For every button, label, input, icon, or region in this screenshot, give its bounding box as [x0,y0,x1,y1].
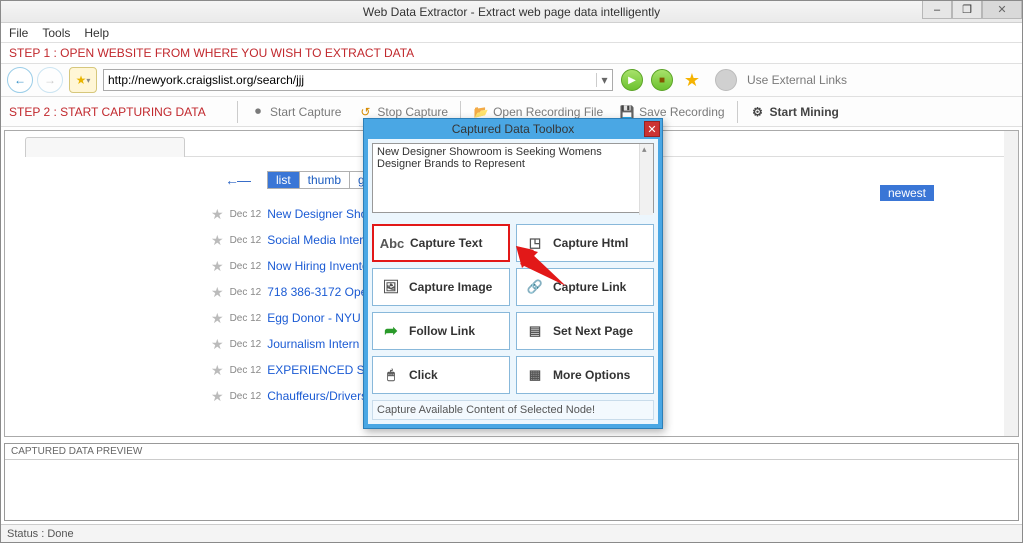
captured-preview-header: CAPTURED DATA PREVIEW [5,444,1018,460]
window-maximize-button[interactable]: ❐ [952,1,982,19]
capture-html-button[interactable]: ◳Capture Html [516,224,654,262]
window-controls: – ❐ ✕ [922,1,1022,19]
separator [737,101,738,123]
row-date: Dec 12 [230,365,262,376]
menu-tools[interactable]: Tools [42,26,70,40]
nav-back-button[interactable]: ← [7,67,33,93]
step2-label: STEP 2 : START CAPTURING DATA [9,105,229,119]
go-button[interactable]: ▶ [621,69,643,91]
nav-forward-button[interactable]: → [37,67,63,93]
start-capture-button[interactable]: ⏺Start Capture [246,102,345,122]
toolbox-text-scrollbar[interactable] [639,144,653,215]
menu-bar: File Tools Help [1,23,1022,43]
follow-link-button[interactable]: ➦Follow Link [372,312,510,350]
capture-image-button[interactable]: 🖼Capture Image [372,268,510,306]
toolbox-body: AbcCapture Text ◳Capture Html 🖼Capture I… [368,139,658,424]
capture-link-button[interactable]: 🔗Capture Link [516,268,654,306]
bookmark-button[interactable]: ★ [681,69,703,91]
row-date: Dec 12 [230,209,262,220]
toolbox-close-button[interactable]: ✕ [644,121,660,137]
start-mining-button[interactable]: ⚙Start Mining [746,102,843,122]
links-icon [715,69,737,91]
star-icon[interactable]: ★ [211,336,224,353]
use-external-links[interactable]: Use External Links [747,73,847,87]
window-close-button[interactable]: ✕ [982,1,1022,19]
menu-help[interactable]: Help [84,26,109,40]
toolbox-button-grid: AbcCapture Text ◳Capture Html 🖼Capture I… [372,224,654,394]
follow-icon: ➦ [381,321,401,341]
row-date: Dec 12 [230,287,262,298]
star-icon[interactable]: ★ [211,258,224,275]
record-icon: ⏺ [250,104,266,120]
stop-button[interactable]: ■ [651,69,673,91]
star-icon[interactable]: ★ [211,284,224,301]
link-icon: 🔗 [525,277,545,297]
status-bar: Status : Done [1,524,1022,542]
url-field-wrap: ▾ [103,69,613,91]
html-icon: ◳ [525,233,545,253]
row-date: Dec 12 [230,235,262,246]
captured-data-toolbox: Captured Data Toolbox ✕ AbcCapture Text … [363,118,663,429]
more-options-button[interactable]: ▦More Options [516,356,654,394]
title-bar: Web Data Extractor - Extract web page da… [1,1,1022,23]
separator [237,101,238,123]
page-icon: ▤ [525,321,545,341]
toolbox-titlebar[interactable]: Captured Data Toolbox ✕ [364,119,662,139]
row-date: Dec 12 [230,339,262,350]
row-date: Dec 12 [230,391,262,402]
row-date: Dec 12 [230,313,262,324]
click-button[interactable]: 🖱Click [372,356,510,394]
window-minimize-button[interactable]: – [922,1,952,19]
toolbox-text-wrap [372,143,654,216]
sort-newest[interactable]: newest [880,185,934,201]
captured-data-preview: CAPTURED DATA PREVIEW [4,443,1019,521]
mining-icon: ⚙ [750,104,766,120]
capture-text-button[interactable]: AbcCapture Text [372,224,510,262]
star-icon[interactable]: ★ [211,206,224,223]
more-icon: ▦ [525,365,545,385]
set-next-page-button[interactable]: ▤Set Next Page [516,312,654,350]
back-arrow-icon[interactable]: ←— [225,172,249,188]
nav-toolbar: ← → ★▾ ▾ ▶ ■ ★ Use External Links [1,63,1022,97]
toolbox-title: Captured Data Toolbox [452,122,575,136]
view-thumb[interactable]: thumb [300,171,350,189]
star-icon[interactable]: ★ [211,362,224,379]
star-icon[interactable]: ★ [211,388,224,405]
window-title: Web Data Extractor - Extract web page da… [363,5,660,19]
browser-tab[interactable] [25,137,185,157]
image-icon: 🖼 [381,277,401,297]
toolbox-status: Capture Available Content of Selected No… [372,400,654,420]
click-icon: 🖱 [381,365,401,385]
row-date: Dec 12 [230,261,262,272]
status-text: Status : Done [7,528,74,540]
star-icon[interactable]: ★ [211,232,224,249]
star-icon[interactable]: ★ [211,310,224,327]
url-input[interactable] [104,73,596,87]
row-title-link[interactable]: Journalism Intern [267,337,359,351]
menu-file[interactable]: File [9,26,28,40]
url-dropdown[interactable]: ▾ [596,73,612,87]
step1-label: STEP 1 : OPEN WEBSITE FROM WHERE YOU WIS… [1,43,1022,63]
toolbox-text[interactable] [372,143,654,213]
view-list[interactable]: list [267,171,300,189]
favorites-button[interactable]: ★▾ [69,67,97,93]
text-icon: Abc [382,233,402,253]
